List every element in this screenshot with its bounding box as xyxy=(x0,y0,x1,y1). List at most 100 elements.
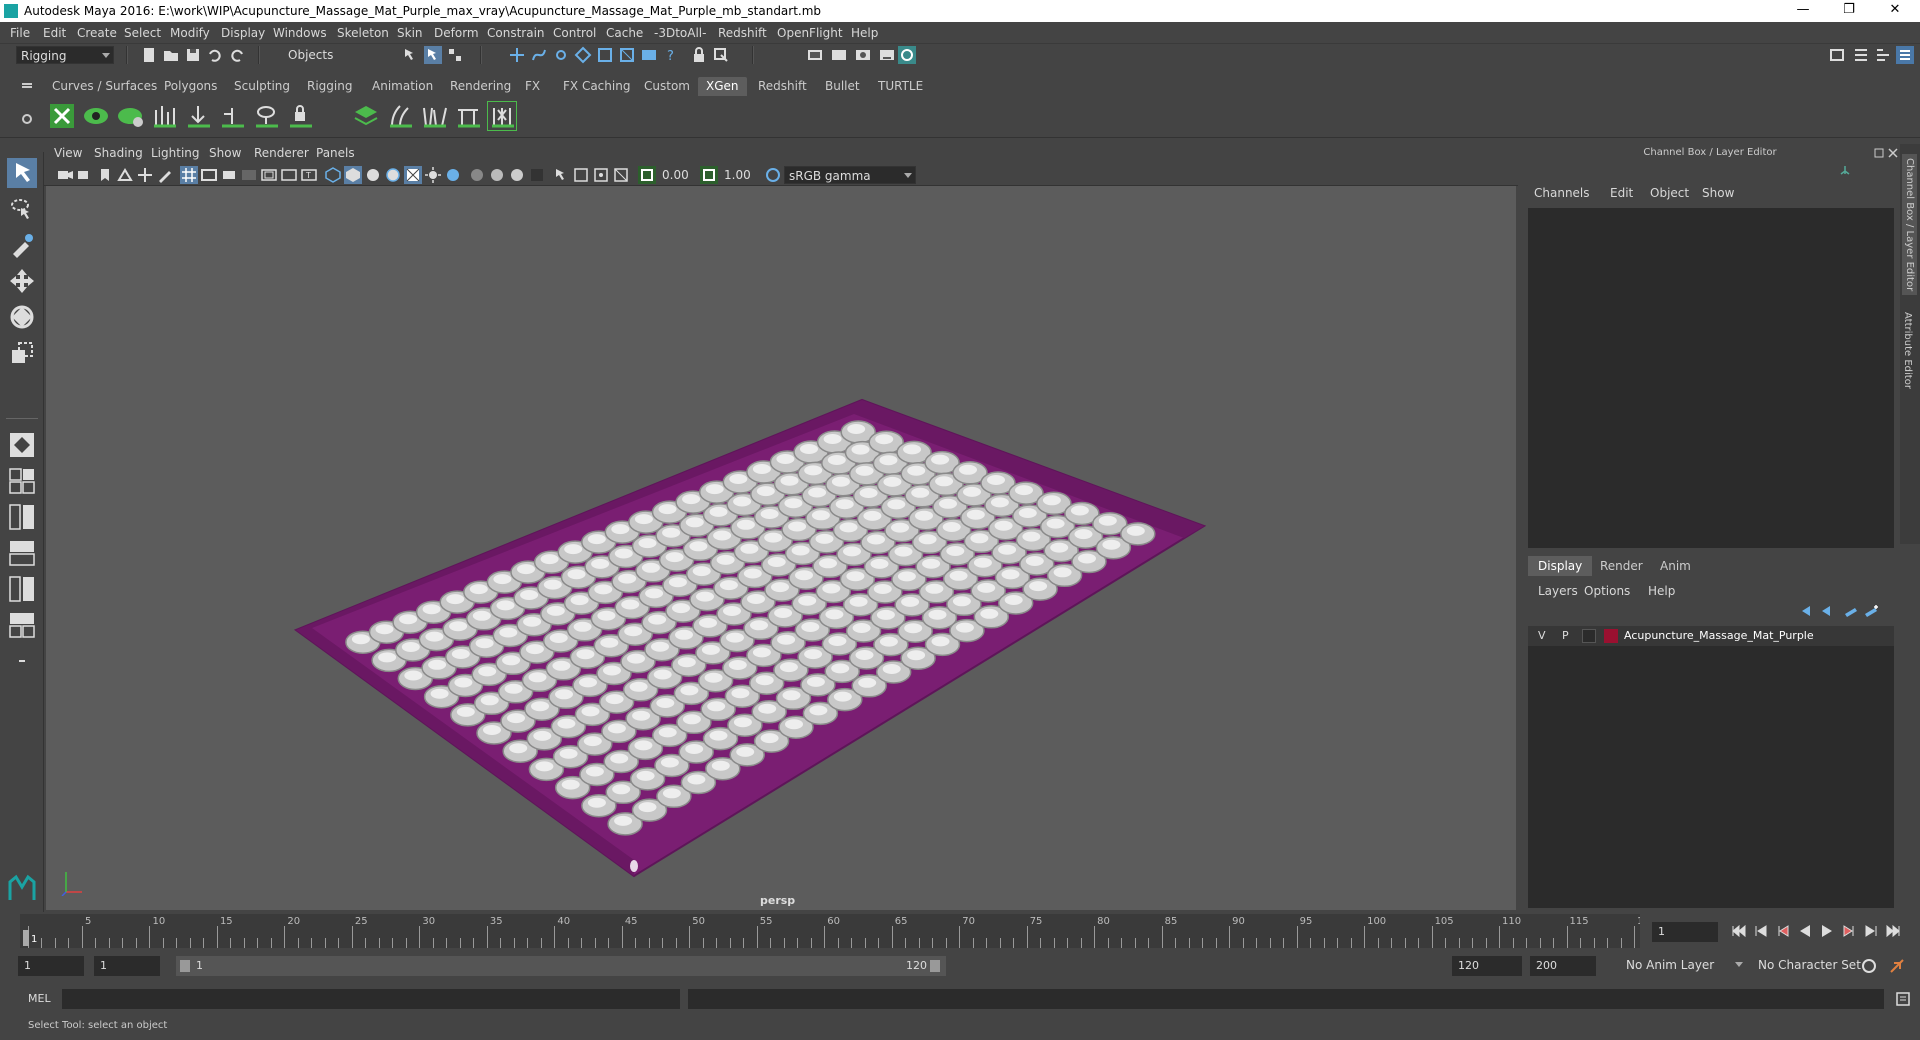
preferences-icon[interactable] xyxy=(1888,957,1906,975)
save-scene-icon[interactable] xyxy=(184,46,202,64)
command-input[interactable] xyxy=(62,989,680,1009)
outliner-icon[interactable] xyxy=(1852,46,1870,64)
anti-aliasing-icon[interactable] xyxy=(508,166,526,184)
side-tab-attribute-editor[interactable]: Attribute Editor xyxy=(1902,312,1913,389)
current-time-marker[interactable] xyxy=(23,930,29,946)
safe-title-icon[interactable]: T xyxy=(300,166,318,184)
step-back-key-icon[interactable] xyxy=(1752,922,1770,940)
shelf-tab-fx[interactable]: FX xyxy=(517,77,548,96)
current-frame-field[interactable]: 1 xyxy=(1652,922,1718,942)
menu-file[interactable]: File xyxy=(10,26,30,40)
wireframe-on-shaded-icon[interactable] xyxy=(384,166,402,184)
xray-components-icon[interactable] xyxy=(612,166,630,184)
safe-action-icon[interactable] xyxy=(280,166,298,184)
undo-icon[interactable] xyxy=(206,46,224,64)
cb-menu-show[interactable]: Show xyxy=(1702,186,1734,200)
vp-menu-panels[interactable]: Panels xyxy=(316,146,355,160)
hypershade-icon[interactable] xyxy=(898,46,916,64)
layer-visibility-toggle[interactable]: V xyxy=(1538,629,1546,642)
menu-constrain[interactable]: Constrain xyxy=(487,26,545,40)
shelf-tab-rigging[interactable]: Rigging xyxy=(299,77,360,96)
gamma-icon[interactable] xyxy=(700,166,718,184)
menu-redshift[interactable]: Redshift xyxy=(718,26,767,40)
xgen-preview-icon[interactable] xyxy=(82,102,110,130)
render-view-icon[interactable] xyxy=(806,46,824,64)
image-plane-icon[interactable] xyxy=(116,166,134,184)
layer-tab-anim[interactable]: Anim xyxy=(1650,556,1701,576)
cb-menu-channels[interactable]: Channels xyxy=(1534,186,1590,200)
shelf-tab-animation[interactable]: Animation xyxy=(364,77,441,96)
move-layer-up-icon[interactable] xyxy=(1798,602,1816,620)
create-empty-layer-icon[interactable] xyxy=(1842,602,1860,620)
attribute-editor-icon[interactable] xyxy=(1874,46,1892,64)
layer-playback-toggle[interactable]: P xyxy=(1562,629,1569,642)
textured-icon[interactable] xyxy=(404,166,422,184)
script-editor-icon[interactable] xyxy=(1894,990,1912,1008)
create-layer-from-selected-icon[interactable] xyxy=(1862,602,1880,620)
shelf-tab-fx-caching[interactable]: FX Caching xyxy=(555,77,638,96)
close-button[interactable]: ✕ xyxy=(1872,2,1918,20)
menu-windows[interactable]: Windows xyxy=(273,26,327,40)
xgen-layers-icon[interactable] xyxy=(352,102,380,130)
selection-mode-dropdown[interactable]: Objects xyxy=(284,46,384,64)
end-time-field[interactable]: 200 xyxy=(1530,956,1596,976)
shelf-menu-icon[interactable] xyxy=(18,76,36,94)
xgen-noise-icon[interactable] xyxy=(487,101,517,131)
redo-icon[interactable] xyxy=(228,46,246,64)
exposure-icon[interactable] xyxy=(638,166,656,184)
range-start-handle[interactable] xyxy=(180,960,190,972)
minimize-button[interactable]: — xyxy=(1780,2,1826,20)
grease-pencil-icon[interactable] xyxy=(156,166,174,184)
go-to-start-icon[interactable] xyxy=(1730,922,1748,940)
layer-tab-render[interactable]: Render xyxy=(1590,556,1653,576)
xgen-comb-icon[interactable] xyxy=(386,102,414,130)
play-backward-icon[interactable] xyxy=(1796,922,1814,940)
single-pane-layout-icon[interactable] xyxy=(7,430,37,460)
xgen-sculpt-guide-icon[interactable] xyxy=(184,102,212,130)
menu-skeleton[interactable]: Skeleton xyxy=(337,26,389,40)
le-menu-layers[interactable]: Layers xyxy=(1538,584,1578,598)
step-back-frame-icon[interactable] xyxy=(1774,922,1792,940)
massage-mat-model[interactable] xyxy=(46,186,1516,910)
shelf-tab-sculpting[interactable]: Sculpting xyxy=(226,77,298,96)
three-pane-layout-icon[interactable] xyxy=(7,574,37,604)
vp-menu-show[interactable]: Show xyxy=(209,146,241,160)
shelf-tab-turtle[interactable]: TURTLE xyxy=(870,77,931,96)
command-language-toggle[interactable]: MEL xyxy=(28,992,51,1005)
vp-menu-view[interactable]: View xyxy=(54,146,82,160)
menu-3dtoall[interactable]: -3DtoAll- xyxy=(654,26,706,40)
color-management-icon[interactable] xyxy=(764,166,782,184)
xgen-cut-icon[interactable] xyxy=(454,102,482,130)
shelf-options-icon[interactable] xyxy=(18,110,36,128)
move-layer-down-icon[interactable] xyxy=(1818,602,1836,620)
cb-menu-object[interactable]: Object xyxy=(1650,186,1689,200)
select-object-icon[interactable] xyxy=(424,46,442,64)
cb-menu-edit[interactable]: Edit xyxy=(1610,186,1633,200)
xgen-guide-lock-icon[interactable] xyxy=(286,102,314,130)
smooth-shade-icon[interactable] xyxy=(344,166,362,184)
range-bar[interactable]: 1 120 xyxy=(176,956,946,976)
menu-modify[interactable]: Modify xyxy=(170,26,210,40)
le-menu-help[interactable]: Help xyxy=(1648,584,1675,598)
paint-select-tool-icon[interactable] xyxy=(7,230,37,260)
render-frame-icon[interactable] xyxy=(830,46,848,64)
default-material-icon[interactable] xyxy=(364,166,382,184)
shadows-icon[interactable] xyxy=(444,166,462,184)
auto-key-icon[interactable] xyxy=(1860,957,1878,975)
menu-cache[interactable]: Cache xyxy=(606,26,643,40)
lasso-tool-icon[interactable] xyxy=(7,194,37,224)
select-tool-icon[interactable] xyxy=(7,158,37,188)
resolution-gate-icon[interactable] xyxy=(220,166,238,184)
side-tab-channel-box[interactable]: Channel Box / Layer Editor xyxy=(1902,154,1917,296)
layer-type-toggle[interactable] xyxy=(1582,629,1596,643)
play-forward-icon[interactable] xyxy=(1818,922,1836,940)
film-gate-icon[interactable] xyxy=(200,166,218,184)
bookmark-icon[interactable] xyxy=(96,166,114,184)
layer-color-swatch[interactable] xyxy=(1604,629,1618,643)
four-pane-layout-icon[interactable] xyxy=(7,466,37,496)
camera-select-icon[interactable] xyxy=(56,166,74,184)
layer-name[interactable]: Acupuncture_Massage_Mat_Purple xyxy=(1624,629,1814,642)
step-forward-frame-icon[interactable] xyxy=(1840,922,1858,940)
rotate-tool-icon[interactable] xyxy=(7,302,37,332)
xray-icon[interactable] xyxy=(572,166,590,184)
